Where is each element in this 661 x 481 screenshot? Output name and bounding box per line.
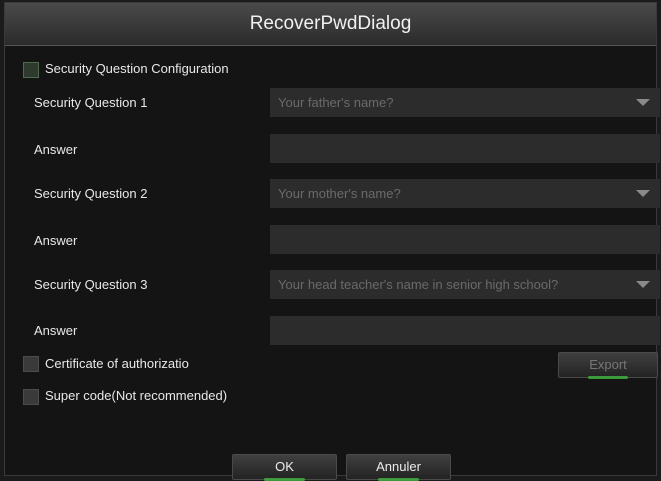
chevron-down-icon [636, 99, 650, 106]
answer-1-input[interactable] [270, 134, 660, 163]
certificate-checkbox[interactable] [23, 356, 39, 372]
answer-3-input[interactable] [270, 316, 660, 345]
cancel-button[interactable]: Annuler [346, 454, 451, 481]
recover-pwd-dialog: RecoverPwdDialog Security Question Confi… [4, 2, 660, 481]
answer-3-label: Answer [34, 323, 78, 338]
export-button-indicator [588, 376, 628, 379]
chevron-down-icon [636, 190, 650, 197]
cancel-button-label: Annuler [376, 459, 421, 474]
super-code-checkbox[interactable] [23, 389, 39, 405]
security-question-config-checkbox[interactable] [23, 62, 39, 78]
answer-1-label: Answer [34, 142, 78, 157]
security-question-3-label: Security Question 3 [34, 277, 148, 292]
security-question-3-value: Your head teacher's name in senior high … [278, 277, 559, 292]
security-question-2-select[interactable]: Your mother's name? [270, 179, 660, 208]
chevron-down-icon [636, 281, 650, 288]
security-question-2-label: Security Question 2 [34, 186, 148, 201]
security-question-1-value: Your father's name? [278, 95, 394, 110]
dialog-title: RecoverPwdDialog [5, 3, 656, 46]
export-button-label: Export [589, 357, 627, 372]
answer-2-label: Answer [34, 233, 78, 248]
export-button[interactable]: Export [558, 352, 658, 379]
security-question-2-value: Your mother's name? [278, 186, 401, 201]
security-question-1-label: Security Question 1 [34, 95, 148, 110]
security-question-3-select[interactable]: Your head teacher's name in senior high … [270, 270, 660, 299]
ok-button[interactable]: OK [232, 454, 337, 481]
answer-2-input[interactable] [270, 225, 660, 254]
security-question-config-label: Security Question Configuration [45, 61, 229, 76]
super-code-label: Super code(Not recommended) [45, 388, 228, 403]
certificate-label: Certificate of authorizatio [45, 356, 189, 371]
ok-button-label: OK [275, 459, 294, 474]
security-question-1-select[interactable]: Your father's name? [270, 88, 660, 117]
